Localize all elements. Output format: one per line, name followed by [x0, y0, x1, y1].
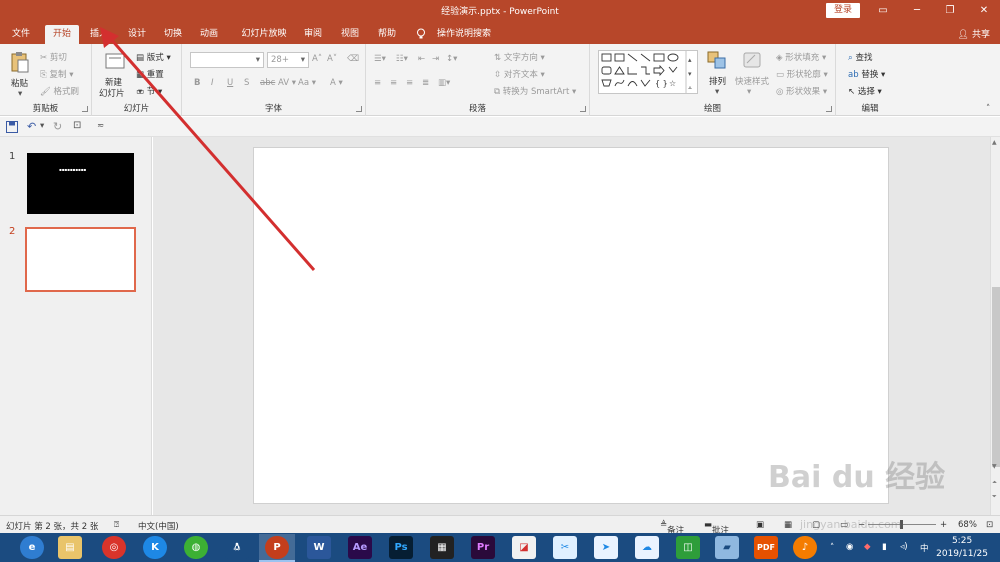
baidu-watermark-url: jingyan.baidu.com — [800, 518, 902, 531]
windows-taskbar: e ▤ ◎ K ◍ 🐧︎ P W Ae Ps ▦ Pr ◪ ✂ ➤ ☁ ◫ ▰ … — [0, 533, 1000, 562]
tray-expand-icon[interactable]: ˄ — [830, 543, 834, 553]
premiere-icon[interactable]: Pr — [471, 536, 495, 559]
baidu-netdisk-icon[interactable]: ☁ — [635, 536, 659, 559]
video-editor-icon[interactable]: ▦ — [430, 536, 454, 559]
notepad-icon[interactable]: ▰ — [715, 536, 739, 559]
netease-music-icon[interactable]: ◎ — [102, 536, 126, 559]
clock-time: 5:25 — [951, 536, 973, 546]
system-clock[interactable]: 5:25 2019/11/25 — [936, 535, 988, 561]
wechat-work-icon[interactable]: ◫ — [676, 536, 700, 559]
spell-check-icon[interactable]: ⍰ — [114, 520, 119, 530]
qq-tray-icon[interactable]: ◉ — [846, 542, 853, 552]
slide-count-status: 幻灯片 第 2 张，共 2 张 — [6, 522, 99, 532]
volume-tray-icon[interactable]: ◃) — [900, 542, 908, 552]
snipaste-icon[interactable]: ✂ — [553, 536, 577, 559]
powerpoint-icon[interactable]: P — [265, 536, 289, 559]
input-method-tray-icon[interactable]: 中 — [920, 542, 929, 554]
zoom-level[interactable]: 68% — [958, 520, 977, 530]
security-tray-icon[interactable]: ◆ — [864, 542, 871, 552]
kuaikan-icon[interactable]: K — [143, 536, 167, 559]
normal-view-icon[interactable]: ▣ — [756, 520, 764, 530]
file-explorer-icon[interactable]: ▤ — [58, 536, 82, 559]
browser-icon[interactable]: e — [20, 536, 44, 559]
comments-button[interactable]: ▬ 批注 — [704, 520, 729, 536]
pdf-reader-icon[interactable]: PDF — [754, 536, 778, 559]
language-status[interactable]: 中文(中国) — [138, 520, 179, 532]
after-effects-icon[interactable]: Ae — [348, 536, 372, 559]
feishu-icon[interactable]: ➤ — [594, 536, 618, 559]
powerpoint-window: 经验演示.pptx - PowerPoint 登录 ▭ ─ ❐ ✕ 文件 开始 … — [0, 0, 1000, 562]
baidu-watermark: Bai du 经验 — [768, 460, 946, 495]
clock-date: 2019/11/25 — [936, 549, 988, 559]
picture-app-icon[interactable]: ◪ — [512, 536, 536, 559]
slide-sorter-icon[interactable]: ▦ — [784, 520, 792, 530]
qq-icon[interactable]: 🐧︎ — [225, 536, 249, 559]
notes-button[interactable]: ≜ 备注 — [660, 520, 684, 536]
zoom-in-icon[interactable]: + — [940, 520, 947, 530]
photoshop-icon[interactable]: Ps — [389, 536, 413, 559]
music-player-icon[interactable]: ♪ — [793, 536, 817, 559]
word-icon[interactable]: W — [307, 536, 331, 559]
fit-to-window-icon[interactable]: ⊡ — [986, 520, 993, 530]
network-tray-icon[interactable]: ▮ — [882, 542, 887, 552]
wechat-icon[interactable]: ◍ — [184, 536, 208, 559]
